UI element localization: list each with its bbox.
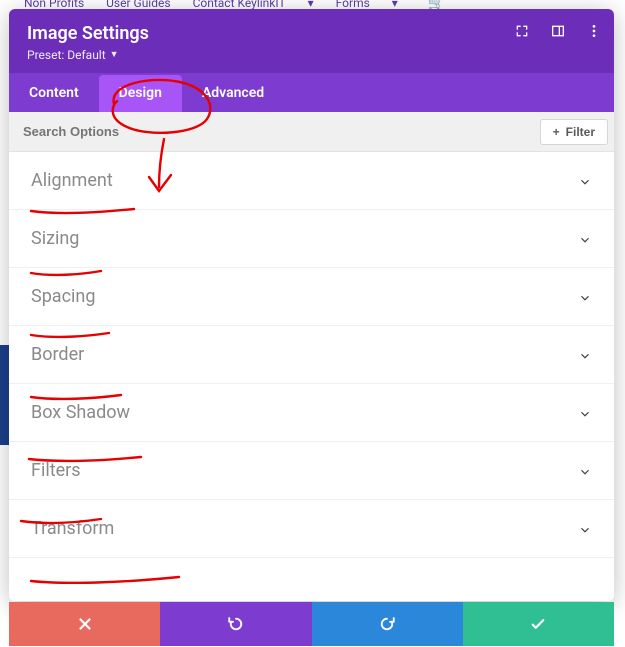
option-label: Alignment (31, 170, 113, 191)
filter-button[interactable]: + Filter (540, 119, 608, 145)
search-row: + Filter (9, 112, 614, 152)
redo-button[interactable] (312, 602, 463, 646)
kebab-menu-icon[interactable] (586, 23, 602, 39)
tab-design[interactable]: Design (99, 75, 182, 112)
image-settings-modal: Image Settings Preset: Default ▼ Content… (9, 9, 614, 601)
option-spacing[interactable]: Spacing (9, 268, 614, 326)
option-label: Spacing (31, 286, 95, 307)
undo-button[interactable] (160, 602, 311, 646)
modal-header: Image Settings Preset: Default ▼ (9, 9, 614, 73)
filter-label: Filter (566, 125, 595, 139)
chevron-down-icon (578, 406, 592, 420)
chevron-down-icon (578, 232, 592, 246)
option-label: Sizing (31, 228, 79, 249)
plus-icon: + (553, 125, 560, 139)
preset-selector[interactable]: Preset: Default ▼ (27, 48, 119, 62)
options-list[interactable]: Alignment Sizing Spacing Border Box Shad… (9, 152, 614, 601)
tab-content[interactable]: Content (9, 73, 99, 112)
modal-tabs: Content Design Advanced (9, 73, 614, 112)
search-input[interactable] (9, 112, 540, 151)
option-alignment[interactable]: Alignment (9, 152, 614, 210)
option-label: Transform (31, 518, 114, 539)
chevron-down-icon (578, 464, 592, 478)
option-box-shadow[interactable]: Box Shadow (9, 384, 614, 442)
option-transform[interactable]: Transform (9, 500, 614, 558)
expand-icon[interactable] (514, 23, 530, 39)
option-label: Filters (31, 460, 81, 481)
modal-title: Image Settings (27, 23, 596, 44)
chevron-down-icon (578, 290, 592, 304)
option-sizing[interactable]: Sizing (9, 210, 614, 268)
cancel-button[interactable] (9, 602, 160, 646)
undo-icon (227, 615, 245, 633)
panel-icon[interactable] (550, 23, 566, 39)
close-icon (76, 615, 94, 633)
caret-down-icon: ▼ (110, 49, 119, 60)
chevron-down-icon (578, 174, 592, 188)
modal-footer (9, 602, 614, 646)
tab-advanced[interactable]: Advanced (182, 73, 284, 112)
save-button[interactable] (463, 602, 614, 646)
option-label: Border (31, 344, 84, 365)
option-border[interactable]: Border (9, 326, 614, 384)
redo-icon (378, 615, 396, 633)
background-stripe (0, 345, 9, 445)
option-filters[interactable]: Filters (9, 442, 614, 500)
option-label: Box Shadow (31, 402, 130, 423)
preset-label: Preset: Default (27, 48, 106, 62)
check-icon (529, 615, 547, 633)
chevron-down-icon (578, 348, 592, 362)
chevron-down-icon (578, 522, 592, 536)
